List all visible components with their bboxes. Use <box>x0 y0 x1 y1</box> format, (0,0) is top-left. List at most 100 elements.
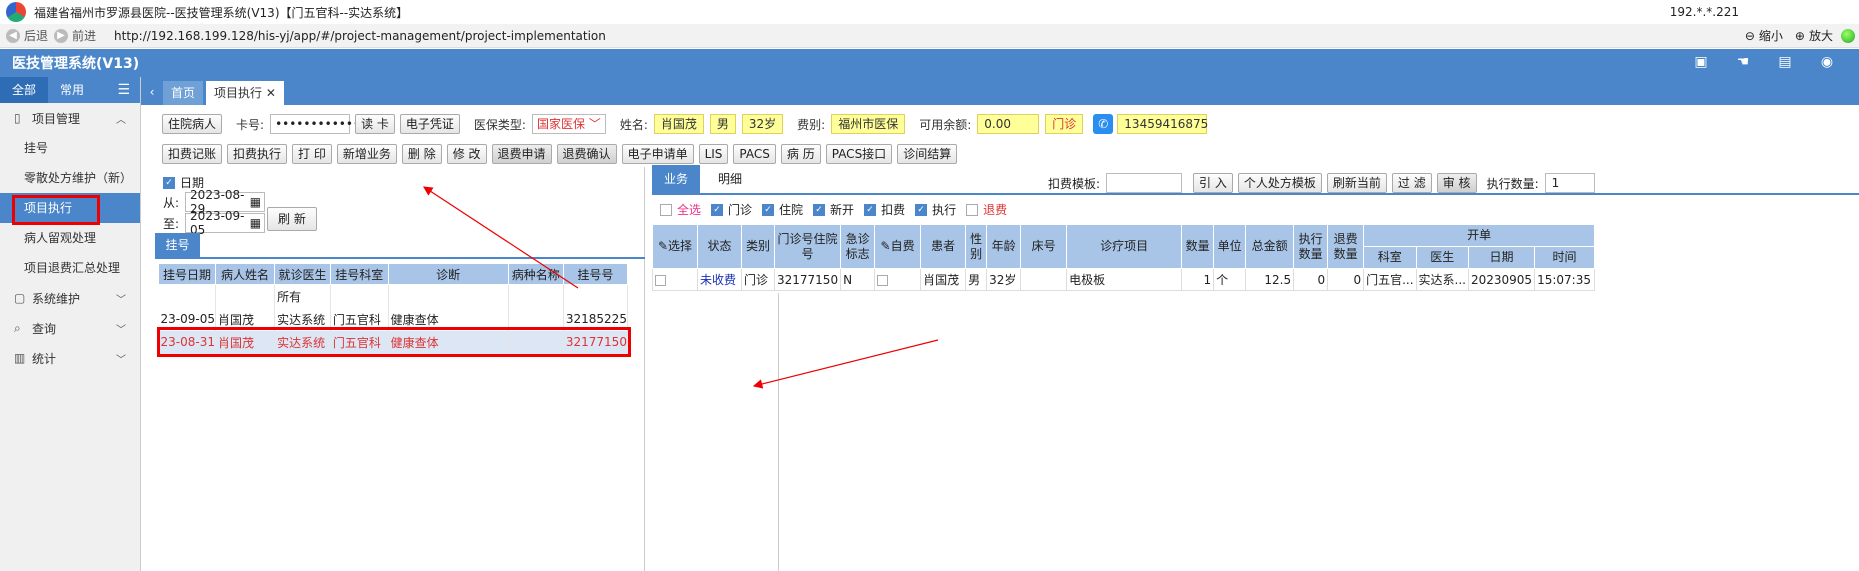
col-header[interactable]: 年龄 <box>986 224 1022 269</box>
screen-icon[interactable]: ▣ <box>1691 53 1711 71</box>
personal-template-button[interactable]: 个人处方模板 <box>1237 173 1322 193</box>
review-button[interactable]: 审 核 <box>1436 173 1477 193</box>
col-header[interactable]: ✎选择 <box>652 224 698 269</box>
calendar-icon[interactable]: ▦ <box>250 195 261 209</box>
print-icon[interactable]: ▤ <box>1775 53 1795 71</box>
close-icon[interactable]: ✕ <box>266 86 276 100</box>
sidebar-item-prescription-maintenance[interactable]: 零散处方维护（新） <box>0 163 140 193</box>
filter-new[interactable]: ✓ 新开 <box>813 201 854 218</box>
filter-refund[interactable]: 退费 <box>966 201 1007 218</box>
import-button[interactable]: 引 入 <box>1193 173 1233 193</box>
select-cell[interactable] <box>652 268 698 291</box>
sidebar-group-statistics[interactable]: ▥ 统计 ﹀ <box>0 343 140 373</box>
col-header[interactable]: 诊疗项目 <box>1066 224 1183 269</box>
col-header[interactable]: 执行数量 <box>1293 224 1329 269</box>
col-header[interactable]: 类别 <box>741 224 775 269</box>
refresh-button[interactable]: 刷 新 <box>267 207 317 231</box>
col-header[interactable]: 科室 <box>1363 246 1417 269</box>
col-header[interactable]: 状态 <box>697 224 742 269</box>
clinic-settlement-button[interactable]: 诊间结算 <box>897 144 958 164</box>
edit-button[interactable]: 修 改 <box>446 144 487 164</box>
e-request-form-button[interactable]: 电子申请单 <box>621 144 694 164</box>
sidebar-item-registration[interactable]: 挂号 <box>0 133 140 163</box>
col-header[interactable]: ✎自费 <box>874 224 922 269</box>
tab-home[interactable]: 首页 <box>163 81 204 105</box>
filter-label: 门诊 <box>728 203 753 217</box>
checkbox-unchecked-icon[interactable] <box>655 274 666 286</box>
charge-execute-button[interactable]: 扣费执行 <box>227 144 288 164</box>
card-number-field[interactable]: •••••••••••••• <box>270 114 374 134</box>
charge-account-button[interactable]: 扣费记账 <box>162 144 223 164</box>
print-button[interactable]: 打 印 <box>292 144 332 164</box>
col-header[interactable]: 时间 <box>1534 246 1596 269</box>
sidebar-group-project-management[interactable]: ▯ 项目管理 ︿ <box>0 103 140 133</box>
col-header[interactable]: 诊断 <box>387 263 509 285</box>
col-header[interactable]: 挂号日期 <box>158 263 216 285</box>
sidebar-item-project-execution[interactable]: 项目执行 <box>0 193 140 225</box>
filter-button[interactable]: 过 滤 <box>1391 173 1432 193</box>
delete-button[interactable]: 删 除 <box>401 144 442 164</box>
col-header[interactable]: 数量 <box>1181 224 1215 269</box>
col-header[interactable]: 就诊医生 <box>274 263 331 285</box>
filter-executed[interactable]: ✓ 执行 <box>915 201 956 218</box>
table-row[interactable]: 所有 <box>158 284 629 308</box>
tab-registration[interactable]: 挂号 <box>155 233 200 258</box>
col-header[interactable]: 日期 <box>1467 246 1536 269</box>
url-field[interactable]: http://192.168.199.128/his-yj/app/#/proj… <box>114 29 1741 43</box>
col-header[interactable]: 总金额 <box>1245 224 1295 269</box>
sidebar-item-refund-summary[interactable]: 项目退费汇总处理 <box>0 253 140 283</box>
col-header[interactable]: 退费数量 <box>1327 224 1365 269</box>
exec-qty-input[interactable]: 1 <box>1544 173 1595 193</box>
col-header[interactable]: 挂号号 <box>562 263 629 285</box>
filter-select-all[interactable]: 全选 <box>660 201 701 218</box>
table-row[interactable]: 未收费 门诊 32177150 N 肖国茂 男 32岁 电极板 1 个 12.5… <box>652 268 1596 291</box>
col-header[interactable]: 急诊标志 <box>840 224 876 269</box>
col-header[interactable]: 病种名称 <box>507 263 564 285</box>
sidebar-tab-common[interactable]: 常用 <box>48 77 96 103</box>
medical-record-button[interactable]: 病 历 <box>780 144 821 164</box>
read-card-button[interactable]: 读 卡 <box>355 114 395 134</box>
refund-request-button[interactable]: 退费申请 <box>491 144 552 164</box>
charge-template-input[interactable] <box>1106 173 1183 193</box>
filter-inpatient[interactable]: ✓ 住院 <box>762 201 803 218</box>
col-header[interactable]: 单位 <box>1213 224 1247 269</box>
calendar-icon[interactable]: ▦ <box>250 216 261 230</box>
tab-business[interactable]: 业务 <box>652 165 700 193</box>
hand-icon[interactable]: ☚ <box>1733 53 1753 71</box>
col-header[interactable]: 性别 <box>965 224 988 269</box>
e-certificate-button[interactable]: 电子凭证 <box>399 114 460 134</box>
col-header[interactable]: 医生 <box>1415 246 1469 269</box>
zoom-in-button[interactable]: ⊕ 放大 <box>1791 27 1833 44</box>
eye-icon[interactable]: ◉ <box>1817 53 1837 71</box>
menu-icon[interactable]: ☰ <box>117 82 130 98</box>
col-header[interactable]: 挂号科室 <box>329 263 389 285</box>
self-pay-cell[interactable] <box>874 268 922 291</box>
lis-button[interactable]: LIS <box>698 144 729 164</box>
back-button[interactable]: ◀ 后退 <box>6 27 48 44</box>
inpatient-button[interactable]: 住院病人 <box>162 114 223 134</box>
refresh-current-button[interactable]: 刷新当前 <box>1326 173 1387 193</box>
pacs-interface-button[interactable]: PACS接口 <box>825 144 893 164</box>
sidebar-group-system-maintenance[interactable]: ▢ 系统维护 ﹀ <box>0 283 140 313</box>
to-date-input[interactable]: 2023-09-05 ▦ <box>185 209 266 237</box>
sidebar-item-observation[interactable]: 病人留观处理 <box>0 223 140 253</box>
refund-confirm-button[interactable]: 退费确认 <box>556 144 617 164</box>
chevron-left-icon[interactable]: ‹ <box>141 85 163 99</box>
col-header[interactable]: 床号 <box>1020 224 1068 269</box>
col-header[interactable]: 病人姓名 <box>214 263 276 285</box>
col-header[interactable]: 门诊号住院号 <box>773 224 842 269</box>
add-business-button[interactable]: 新增业务 <box>336 144 397 164</box>
checkbox-unchecked-icon[interactable] <box>877 274 889 286</box>
col-header[interactable]: 患者 <box>920 224 967 269</box>
filter-charged[interactable]: ✓ 扣费 <box>864 201 905 218</box>
sidebar-tab-all[interactable]: 全部 <box>0 77 49 103</box>
insurance-type-select[interactable]: 国家医保 ﹀ <box>531 114 606 134</box>
sidebar-group-query[interactable]: ⌕ 查询 ﹀ <box>0 313 140 343</box>
fee-type-label: 费别: <box>797 117 826 132</box>
filter-outpatient[interactable]: ✓ 门诊 <box>711 201 752 218</box>
zoom-out-button[interactable]: ⊖ 缩小 <box>1741 27 1783 44</box>
tab-project-execution[interactable]: 项目执行 ✕ <box>206 81 284 105</box>
pacs-button[interactable]: PACS <box>733 144 776 164</box>
forward-button[interactable]: ▶ 前进 <box>54 27 96 44</box>
tab-detail[interactable]: 明细 <box>706 165 754 193</box>
